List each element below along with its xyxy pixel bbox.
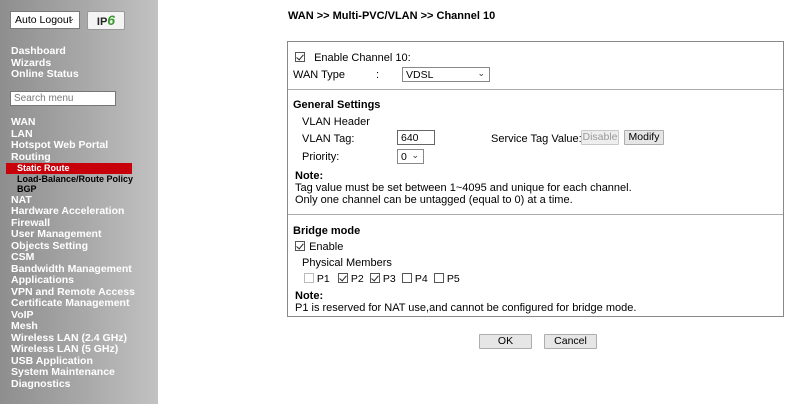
main-nav: WAN LAN Hotspot Web Portal Routing Stati… [6,116,135,391]
note2-title: Note: [295,290,324,302]
nav-item-wireless-lan-5[interactable]: Wireless LAN (5 GHz) [11,343,135,356]
member-p3-checkbox[interactable] [370,273,380,283]
ipv6-suffix: 6 [107,12,116,28]
note1-line1: Tag value must be set between 1~4095 and… [295,182,632,194]
member-p2-checkbox[interactable] [338,273,348,283]
bridge-enable-label: Enable [309,241,344,253]
priority-value: 0 [401,151,407,163]
nav-item-wan[interactable]: WAN [11,116,135,129]
nav-item-diagnostics[interactable]: Diagnostics [11,378,135,391]
general-settings-title: General Settings [293,99,381,111]
ipv6-prefix: IP [96,16,108,28]
chevron-down-icon: ⌄ [67,13,75,23]
enable-channel-checkbox[interactable] [295,52,305,62]
bridge-mode-title: Bridge mode [293,225,361,237]
disable-button[interactable]: Disable [581,130,619,145]
nav-item-dashboard[interactable]: Dashboard [11,45,79,58]
auto-logout-value: Auto Logout [15,14,72,26]
member-p2-label: P2 [350,273,364,285]
nav-item-hardware-acceleration[interactable]: Hardware Acceleration [11,205,135,218]
member-p5-label: P5 [446,273,460,285]
cancel-button[interactable]: Cancel [544,334,597,349]
enable-channel-label: Enable Channel 10: [314,52,411,64]
vlan-tag-input[interactable]: 640 [397,130,435,145]
member-p5-checkbox[interactable] [434,273,444,283]
member-p4-label: P4 [414,273,428,285]
member-p1-checkbox [304,273,314,283]
channel-settings-panel: Enable Channel 10: WAN Type : VDSL ⌄ Gen… [287,41,784,317]
ok-button[interactable]: OK [479,334,532,349]
vlan-header-label: VLAN Header [302,116,370,128]
breadcrumb: WAN >> Multi-PVC/VLAN >> Channel 10 [288,10,496,22]
nav-item-mesh[interactable]: Mesh [11,320,135,333]
note1-title: Note: [295,170,324,182]
search-input[interactable] [10,91,116,106]
nav-item-csm[interactable]: CSM [11,251,135,264]
priority-label: Priority: [302,151,340,163]
auto-logout-select[interactable]: Auto Logout ⌄ [10,11,80,29]
divider [288,89,783,90]
top-nav: Dashboard Wizards Online Status [11,45,79,81]
nav-item-routing[interactable]: Routing [11,151,135,164]
chevron-down-icon: ⌄ [411,150,419,160]
nav-item-user-management[interactable]: User Management [11,228,135,241]
member-p3-label: P3 [382,273,396,285]
wan-type-label: WAN Type [293,69,345,81]
chevron-down-icon: ⌄ [477,68,485,78]
nav-sub-load-balance-route-policy[interactable]: Load-Balance/Route Policy [11,174,135,185]
nav-item-online-status[interactable]: Online Status [11,68,79,81]
nav-item-hotspot-web-portal[interactable]: Hotspot Web Portal [11,139,135,152]
nav-item-system-maintenance[interactable]: System Maintenance [11,366,135,379]
bridge-enable-checkbox[interactable] [295,241,305,251]
divider [288,214,783,215]
wan-type-value: VDSL [406,69,434,81]
sidebar: Auto Logout ⌄ IP6 Dashboard Wizards Onli… [0,0,158,404]
nav-sub-static-route[interactable]: Static Route [6,163,132,174]
service-tag-label: Service Tag Value: [491,133,582,145]
note1-line2: Only one channel can be untagged (equal … [295,194,573,206]
member-p4-checkbox[interactable] [402,273,412,283]
priority-select[interactable]: 0 ⌄ [397,149,424,164]
nav-sub-bgp[interactable]: BGP [11,184,135,195]
note2-line: P1 is reserved for NAT use,and cannot be… [295,302,637,314]
physical-members-label: Physical Members [302,257,392,269]
member-p1-label: P1 [316,273,330,285]
nav-item-applications[interactable]: Applications [11,274,135,287]
modify-button[interactable]: Modify [624,130,664,145]
wan-type-colon: : [376,69,380,81]
ipv6-button[interactable]: IP6 [87,11,125,30]
wan-type-select[interactable]: VDSL ⌄ [402,67,490,82]
vlan-tag-label: VLAN Tag: [302,133,355,145]
nav-item-certificate-management[interactable]: Certificate Management [11,297,135,310]
